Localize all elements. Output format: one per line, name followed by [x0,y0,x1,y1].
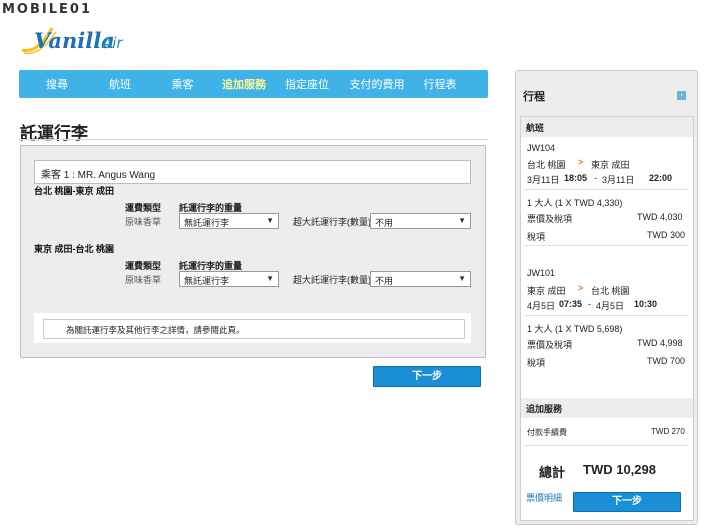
fare-type-value: 原味香草 [125,217,162,227]
baggage-form-panel: 乘客 1 : MR. Angus Wang 台北 桃園-東京 成田 運費類型 託… [20,145,486,358]
itinerary-sidebar: 行程 › 航班 JW104 台北 桃園 > 東京 成田 3月11日 18:05 … [515,70,698,525]
arrival-date: 4月5日 [596,301,625,311]
tax-label: 稅項 [527,232,546,242]
total-value: TWD 10,298 [583,462,656,477]
flight-origin: 東京 成田 [527,286,566,296]
baggage-info-note-wrap: 為關託運行李及其他行李之詳情，請參閱此頁。 [34,313,471,343]
route-arrow-icon: > [578,157,584,167]
collapse-toggle-icon[interactable]: › [677,91,686,100]
route-arrow-icon: > [578,283,584,293]
arrival-date: 3月11日 [602,175,635,185]
logo-word-air: Air [102,34,123,52]
flight-destination: 台北 桃園 [591,286,630,296]
title-divider [19,139,488,140]
time-separator: - [594,173,597,183]
watermark-logo: MOBILE01 [2,2,92,17]
arrival-time: 10:30 [634,299,658,309]
sidebar-title: 行程 [523,91,545,103]
divider [525,315,689,316]
baggage-weight-select[interactable]: 無託運行李 ▼ [179,213,279,229]
divider [525,445,689,446]
dropdown-arrow-icon: ▼ [458,274,466,283]
booking-steps-nav: 搜尋 航班 乘客 追加服務 指定座位 支付的費用 行程表 [19,70,488,98]
vanilla-air-logo[interactable]: Vanilla Air [20,20,140,56]
dropdown-arrow-icon: ▼ [266,216,274,225]
total-label: 總計 [539,465,566,480]
oversize-baggage-select[interactable]: 不用 ▼ [370,271,471,287]
departure-time: 18:05 [564,173,588,183]
sidebar-next-button[interactable]: 下一步 [573,492,681,512]
page-title: 託運行李 [20,124,88,143]
payment-fee-value: TWD 270 [651,427,685,436]
nav-item-payment[interactable]: 支付的費用 [346,76,408,92]
fare-type-value: 原味香草 [125,275,162,285]
departure-date: 4月5日 [527,301,556,311]
nav-item-search[interactable]: 搜尋 [19,76,95,92]
flight-code: JW104 [527,143,556,153]
oversize-baggage-value: 不用 [375,276,394,286]
flight-origin: 台北 桃園 [527,160,566,170]
dropdown-arrow-icon: ▼ [266,274,274,283]
tax-value: TWD 700 [647,356,686,366]
payment-fee-label: 付款手續費 [527,428,567,437]
passenger-fare-summary: 1 大人 (1 X TWD 5,698) [527,324,623,334]
flight-code: JW101 [527,268,556,278]
departure-date: 3月11日 [527,175,560,185]
baggage-info-note[interactable]: 為關託運行李及其他行李之詳情，請參閱此頁。 [43,319,465,339]
segment-route: 東京 成田-台北 桃園 [34,244,114,254]
extras-section-header: 追加服務 [521,398,693,418]
oversize-baggage-label: 超大託運行李(數量) [293,275,371,285]
tax-value: TWD 300 [647,230,686,240]
nav-item-passengers[interactable]: 乘客 [145,76,220,92]
tax-label: 稅項 [527,358,546,368]
passenger-fare-summary: 1 大人 (1 X TWD 4,330) [527,198,623,208]
dropdown-arrow-icon: ▼ [458,216,466,225]
flight-destination: 東京 成田 [591,160,630,170]
fare-type-label: 運費類型 [125,261,162,271]
fare-label: 票價及稅項 [527,340,573,350]
nav-item-flights[interactable]: 航班 [95,76,145,92]
segment-route: 台北 桃園-東京 成田 [34,186,114,196]
fare-type-label: 運費類型 [125,203,162,213]
passenger-name: 乘客 1 : MR. Angus Wang [34,160,471,184]
baggage-weight-value: 無託運行李 [184,276,230,286]
nav-item-itinerary[interactable]: 行程表 [408,76,472,92]
oversize-baggage-select[interactable]: 不用 ▼ [370,213,471,229]
oversize-baggage-value: 不用 [375,218,394,228]
fare-details-link[interactable]: 票價明細 [526,491,562,504]
oversize-baggage-label: 超大託運行李(數量) [293,217,371,227]
itinerary-details: 航班 JW104 台北 桃園 > 東京 成田 3月11日 18:05 - 3月1… [520,116,694,521]
flights-section-header: 航班 [521,117,693,137]
fare-value: TWD 4,030 [637,212,683,222]
arrival-time: 22:00 [649,173,673,183]
next-button[interactable]: 下一步 [373,366,481,387]
nav-item-seats[interactable]: 指定座位 [268,76,346,92]
baggage-weight-value: 無託運行李 [184,218,230,228]
fare-label: 票價及稅項 [527,214,573,224]
baggage-weight-select[interactable]: 無託運行李 ▼ [179,271,279,287]
nav-item-extras[interactable]: 追加服務 [220,76,268,92]
divider [525,189,689,190]
time-separator: - [588,299,591,309]
departure-time: 07:35 [559,299,583,309]
fare-value: TWD 4,998 [637,338,683,348]
divider [525,245,689,246]
